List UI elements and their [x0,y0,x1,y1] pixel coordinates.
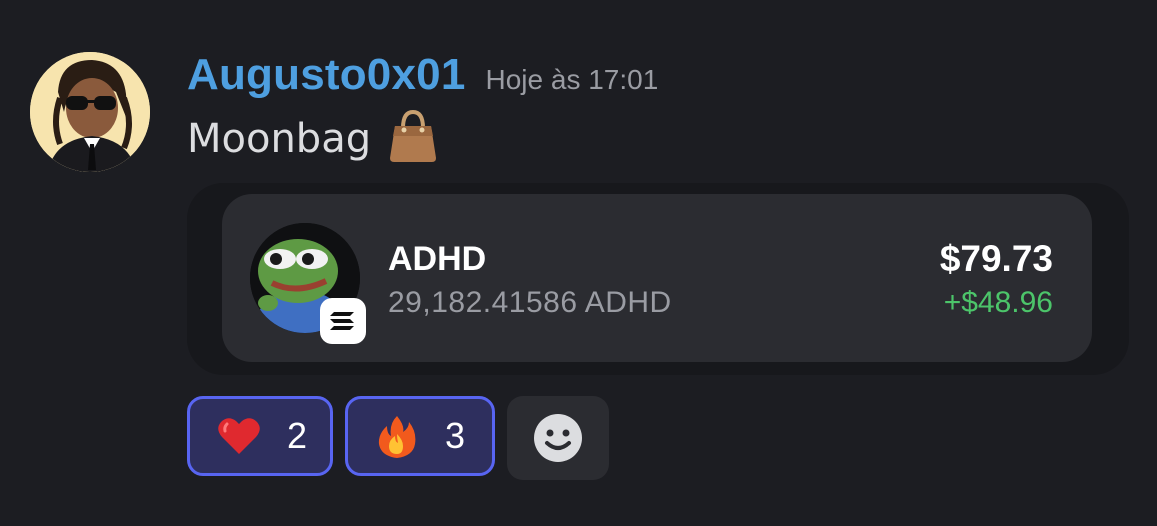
reaction-count: 3 [445,415,466,456]
smiley-face-icon [534,414,582,462]
token-value: $79.73 [939,238,1053,279]
add-reaction-button[interactable] [507,396,609,480]
reaction-fire[interactable]: 3 [345,396,495,476]
fire-icon [373,412,421,460]
token-symbol: ADHD [388,240,487,278]
message-content: Moonbag [187,109,443,166]
chat-message: Augusto0x01 Hoje às 17:01 Moonbag ADHD 2… [0,0,1157,526]
message-timestamp: Hoje às 17:01 [485,64,659,95]
reaction-heart[interactable]: 2 [187,396,333,476]
heart-icon [215,412,263,460]
avatar-illustration-icon [30,52,150,172]
username[interactable]: Augusto0x01 [187,50,466,99]
handbag-icon [383,106,443,166]
token-amount: 29,182.41586 ADHD [388,286,672,319]
token-change: +$48.96 [943,286,1053,319]
message-header: Augusto0x01 Hoje às 17:01 [187,50,658,100]
message-text: Moonbag [187,116,372,162]
user-avatar[interactable] [30,52,150,172]
reaction-count: 2 [287,415,308,456]
solana-icon [320,298,366,344]
